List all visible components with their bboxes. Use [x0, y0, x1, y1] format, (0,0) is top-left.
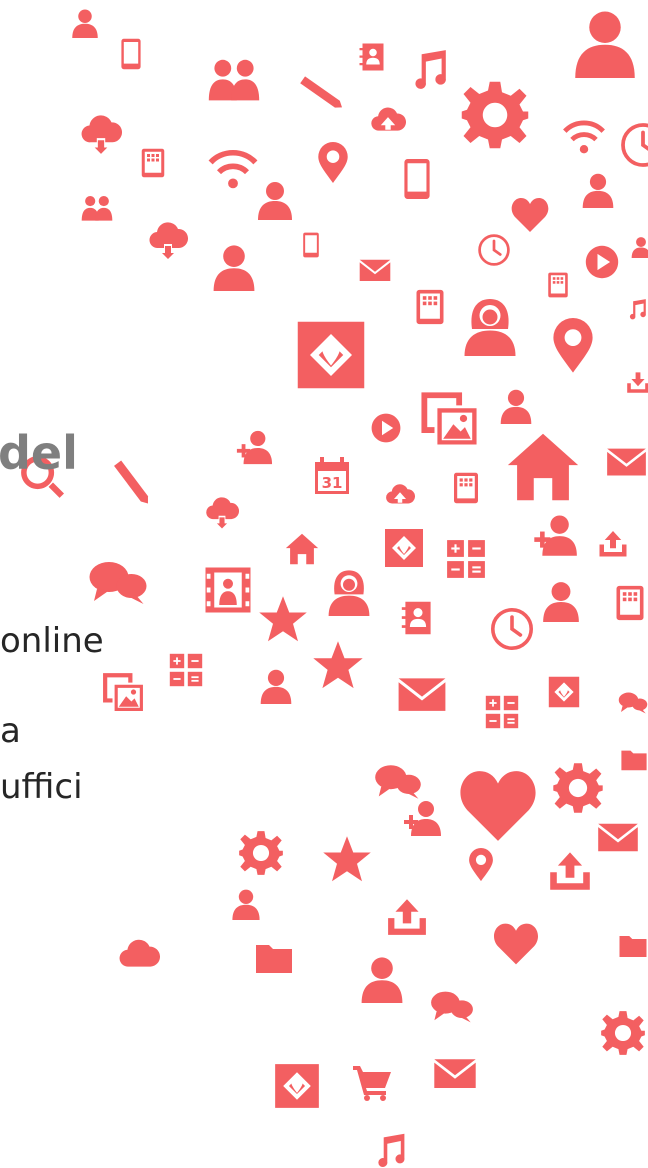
music-note-icon — [629, 299, 646, 320]
image-gallery-icon — [421, 392, 477, 445]
tablet-icon — [548, 272, 568, 298]
cloud-download-icon — [149, 222, 188, 261]
music-note-icon — [378, 1133, 405, 1168]
star-icon — [313, 641, 363, 689]
cloud-download-icon — [206, 497, 239, 531]
map-icon — [385, 529, 423, 567]
clock-icon — [490, 607, 534, 651]
clock-icon — [478, 234, 510, 266]
cloud-upload-icon — [371, 107, 406, 131]
upload-icon — [550, 852, 590, 890]
calendar-icon — [315, 457, 349, 494]
heading-fragment: del — [0, 426, 78, 480]
clock-icon — [621, 123, 648, 167]
map-pin-icon — [469, 848, 493, 882]
gear-icon — [239, 831, 283, 875]
cloud-upload-icon — [386, 484, 415, 504]
heart-icon — [460, 771, 536, 841]
upload-icon — [599, 531, 627, 557]
play-button-icon — [585, 245, 619, 279]
envelope-icon — [598, 823, 638, 852]
home-icon — [507, 433, 579, 501]
person-icon — [582, 173, 614, 208]
music-note-icon — [415, 50, 446, 89]
tablet-icon — [454, 472, 478, 504]
smartphone-icon — [121, 38, 141, 70]
upload-icon — [388, 899, 426, 935]
body-text-line-3: uffici — [0, 767, 83, 807]
map-pin-icon — [318, 142, 348, 183]
contact-book-icon — [359, 43, 384, 71]
star-icon — [259, 596, 307, 642]
person-icon — [500, 389, 532, 424]
wifi-icon — [211, 153, 256, 189]
pencil-icon — [299, 70, 343, 114]
gear-icon — [461, 81, 529, 149]
calculator-icon — [169, 653, 203, 687]
smartphone-icon — [404, 159, 430, 199]
map-pin-icon — [553, 318, 593, 373]
calculator-icon — [447, 540, 485, 578]
group-icon — [208, 59, 260, 101]
heart-icon — [494, 923, 538, 965]
tablet-icon — [141, 148, 165, 178]
body-text-line-1: online — [0, 621, 104, 661]
woman-icon — [328, 570, 370, 616]
map-icon — [297, 321, 365, 389]
map-icon — [548, 676, 580, 708]
person-icon — [631, 237, 648, 258]
person-icon — [213, 245, 255, 291]
star-icon — [323, 836, 371, 882]
tablet-icon — [416, 289, 444, 325]
home-icon — [285, 533, 319, 565]
speech-bubbles-icon — [89, 562, 147, 604]
woman-icon — [464, 299, 516, 356]
person-icon — [260, 669, 292, 704]
shopping-cart-icon — [353, 1066, 391, 1101]
tablet-icon — [616, 585, 644, 621]
heart-icon — [511, 198, 549, 232]
envelope-icon — [359, 259, 391, 282]
group-icon — [81, 195, 113, 221]
cloud-download-icon — [81, 115, 122, 156]
cloud-icon — [119, 939, 160, 967]
contact-book-icon — [401, 601, 431, 635]
icon-pattern-background: 31 — [21, 9, 648, 1168]
person-icon — [258, 182, 292, 220]
speech-bubbles-icon — [375, 765, 421, 799]
download-icon — [627, 372, 648, 393]
person-icon — [72, 9, 98, 38]
folder-icon — [256, 945, 292, 973]
pencil-icon — [109, 459, 154, 504]
gear-icon — [601, 1011, 645, 1055]
person-add-icon — [236, 430, 273, 465]
speech-bubbles-icon — [431, 991, 473, 1023]
envelope-icon — [434, 1059, 476, 1088]
portrait-icon — [205, 567, 251, 613]
body-text-line-2: a — [0, 711, 21, 751]
person-add-icon — [534, 515, 577, 556]
smartphone-icon — [303, 232, 319, 258]
calculator-icon — [485, 695, 519, 729]
person-icon — [361, 957, 403, 1003]
image-gallery-icon — [103, 673, 143, 711]
envelope-icon — [398, 678, 446, 711]
folder-icon — [621, 750, 647, 771]
person-icon — [543, 582, 579, 622]
map-icon — [275, 1064, 319, 1108]
wifi-icon — [565, 123, 603, 153]
envelope-icon — [607, 448, 646, 476]
speech-bubbles-icon — [618, 692, 648, 714]
folder-icon — [619, 936, 647, 957]
person-add-icon — [404, 801, 441, 836]
gear-icon — [553, 763, 603, 813]
person-icon — [575, 11, 635, 78]
person-icon — [232, 889, 260, 920]
play-button-icon — [371, 413, 401, 443]
